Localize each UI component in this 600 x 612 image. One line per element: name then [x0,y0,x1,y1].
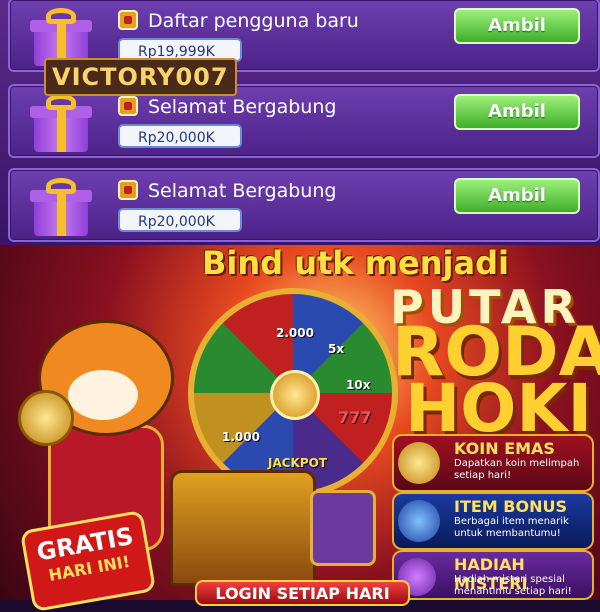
wheel-label: 777 [338,408,372,427]
coin-icon [118,10,138,30]
reward-title: Selamat Bergabung [148,180,337,202]
reward-amount: Rp20,000K [118,124,242,148]
wheel-label: 1.000 [222,430,260,444]
feature-desc: Hadiah misteri spesial menantimu setiap … [454,574,572,597]
feature-desc: Berbagai item menarik untuk membantumu! [454,516,569,539]
coin-icon [118,96,138,116]
claim-button[interactable]: Ambil [454,8,580,44]
feature-card-bonus: ITEM BONUS Berbagai item menarik untuk m… [392,492,594,550]
wheel-label: 5x [328,342,345,356]
reward-amount: Rp20,000K [118,208,242,232]
claim-button[interactable]: Ambil [454,178,580,214]
login-daily-button[interactable]: LOGIN SETIAP HARI [195,580,410,606]
user-badge: VICTORY007 [44,58,237,96]
gold-coins-icon [398,442,440,484]
feature-card-coins: KOIN EMAS Dapatkan koin melimpah setiap … [392,434,594,492]
wheel-hub-paw-icon [270,370,320,420]
reward-title: Selamat Bergabung [148,96,337,118]
feature-desc: Dapatkan koin melimpah setiap hari! [454,458,580,481]
jackpot-label: JACKPOT [268,456,328,470]
promo-headline: Bind utk menjadi [202,244,509,282]
gold-coin-icon [18,390,74,446]
feature-title: KOIN EMAS [454,439,555,458]
feature-title: ITEM BONUS [454,497,567,516]
tiger-mascot [18,300,188,551]
potion-icon [398,500,440,542]
reward-row: Selamat Bergabung Rp20,000K Ambil [8,168,600,242]
mystery-box-icon [310,490,376,566]
feature-card-mystery: HADIAH MISTERI Hadiah misteri spesial me… [392,550,594,600]
claim-button[interactable]: Ambil [454,94,580,130]
treasure-chest-icon [170,470,316,586]
wheel-label: 2.000 [276,326,314,340]
coin-icon [118,180,138,200]
rewards-panel: Daftar pengguna baru Rp19,999K Ambil Sel… [0,0,600,245]
reward-title: Daftar pengguna baru [148,10,359,32]
wheel-label: 10x [346,378,371,392]
gift-box-icon [28,178,94,236]
gift-box-icon [28,94,94,152]
